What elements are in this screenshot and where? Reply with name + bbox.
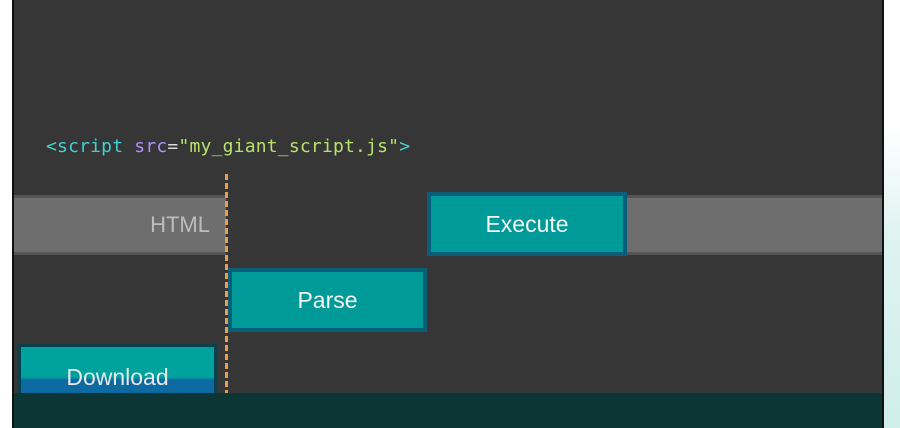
code-attr-value: "my_giant_script.js" [178, 136, 400, 157]
diagram-panel: <script src="my_giant_script.js"> HTML E… [12, 0, 884, 428]
parse-label: Parse [297, 287, 358, 313]
script-encountered-marker [225, 174, 228, 414]
script-tag-code: <script src="my_giant_script.js"> [46, 136, 410, 157]
execute-label: Execute [485, 211, 569, 237]
code-tag-close: > [399, 136, 411, 157]
html-parsing-bar: HTML [14, 195, 226, 255]
background-strip [884, 0, 900, 428]
screenshot-frame: <script src="my_giant_script.js"> HTML E… [0, 0, 900, 428]
execute-block: Execute [427, 192, 627, 256]
code-equals: = [167, 136, 179, 157]
download-label: Download [66, 364, 169, 390]
code-tag-open: <script [46, 136, 124, 157]
html-parsing-bar-resumed [626, 195, 882, 255]
code-attr-name: src [123, 136, 168, 157]
html-bar-label: HTML [150, 212, 210, 237]
parse-block: Parse [228, 268, 427, 332]
bottom-band [14, 393, 882, 428]
